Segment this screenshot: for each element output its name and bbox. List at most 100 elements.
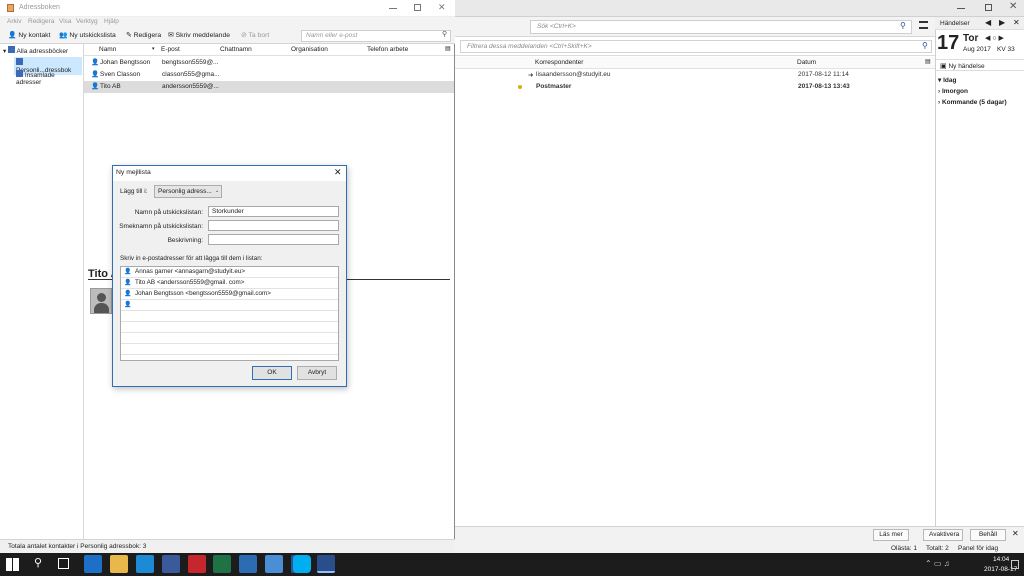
edge-icon[interactable]: [84, 555, 102, 573]
address-entry[interactable]: 👤 Tito AB <andersson5559@gmail. com>: [121, 278, 338, 289]
mail-icon[interactable]: [265, 555, 283, 573]
dialog-close-icon[interactable]: ✕: [334, 167, 342, 178]
address-entry-blank[interactable]: [121, 333, 338, 344]
calendar-date-block: 17 Tor Aug 2017 KV 33 ◀ ○ ▶: [937, 32, 1022, 57]
menu-file[interactable]: Arkiv: [7, 18, 21, 25]
learn-more-button[interactable]: Läs mer: [873, 529, 909, 541]
close-notification-icon[interactable]: ✕: [1012, 529, 1019, 538]
address-entry-empty[interactable]: 👤: [121, 300, 338, 311]
disable-button[interactable]: Avaktivera: [923, 529, 963, 541]
address-entry[interactable]: 👤 Johan Bengtsson <bengtsson5559@gmail.co…: [121, 289, 338, 300]
column-chat[interactable]: Chattnamn: [220, 46, 252, 53]
cancel-button[interactable]: Avbryt: [297, 366, 337, 380]
prev-icon[interactable]: ◀: [985, 18, 991, 27]
list-nick-label: Smeknamn på utskickslistan:: [119, 223, 203, 230]
ok-button[interactable]: OK: [252, 366, 292, 380]
tree-root[interactable]: ▾ Alla adressböcker: [3, 46, 83, 55]
search-icon[interactable]: ⚲: [34, 556, 42, 569]
contact-email: classon555@gma...: [162, 71, 220, 78]
agenda-group[interactable]: › Kommande (5 dagar): [938, 99, 1007, 106]
next-icon[interactable]: ▶: [999, 18, 1005, 27]
new-list-label: Ny utskickslista: [69, 32, 116, 39]
menu-tools[interactable]: Verktyg: [76, 18, 98, 25]
message-row[interactable]: Postmaster 2017-08-13 13:43: [455, 82, 935, 93]
contact-row[interactable]: 👤 Tito AB andersson5559@...: [84, 81, 454, 93]
today-panel-toggle[interactable]: Panel för idag: [958, 545, 998, 552]
contact-row[interactable]: 👤 Johan Bengtsson bengtsson5559@...: [84, 57, 454, 69]
book-icon: [16, 70, 23, 77]
window-title: Adressboken: [19, 4, 60, 11]
address-entry-blank[interactable]: [121, 311, 338, 322]
add-to-select[interactable]: Personlig adress... ⌄: [154, 185, 222, 198]
skype-icon[interactable]: [293, 555, 311, 573]
addressbook-statusbar: Totala antalet kontakter i Personlig adr…: [0, 539, 455, 553]
column-correspondent[interactable]: Korrespondenter: [535, 59, 583, 66]
column-name[interactable]: Namn: [99, 46, 116, 53]
new-contact-button[interactable]: 👤 Ny kontakt: [8, 31, 50, 39]
day-nav-icon[interactable]: ◀ ○ ▶: [985, 34, 1004, 42]
excel-icon[interactable]: [213, 555, 231, 573]
folder-icon[interactable]: [110, 555, 128, 573]
clock-time[interactable]: 14:04: [993, 556, 1009, 563]
minimize-icon[interactable]: [389, 8, 397, 9]
unread-count: Olästa: 1: [891, 545, 918, 552]
write-button[interactable]: ✉ Skriv meddelande: [168, 31, 230, 39]
column-picker-icon[interactable]: ▤: [925, 58, 931, 65]
contact-icon: 👤: [124, 280, 132, 286]
list-nick-input[interactable]: [208, 220, 339, 231]
global-search-input[interactable]: Sök <Ctrl+K>: [530, 20, 912, 34]
close-pane-icon[interactable]: ✕: [1013, 18, 1020, 27]
acrobat-icon[interactable]: [188, 555, 206, 573]
contact-search-input[interactable]: Namn eller e-post: [301, 30, 451, 42]
agenda-group[interactable]: ▾ Idag: [938, 76, 956, 84]
delete-icon: ⊘: [241, 32, 247, 39]
column-date[interactable]: Datum: [797, 59, 816, 66]
write-label: Skriv meddelande: [175, 32, 230, 39]
column-picker-icon[interactable]: ▤: [445, 45, 451, 52]
contact-icon: 👤: [8, 32, 17, 39]
new-event-button[interactable]: ▣ Ny händelse: [936, 59, 1024, 71]
edit-button[interactable]: ✎ Redigera: [126, 31, 161, 39]
keep-button[interactable]: Behåll: [970, 529, 1006, 541]
minimize-icon[interactable]: [957, 8, 965, 9]
delete-button[interactable]: ⊘ Ta bort: [241, 31, 269, 39]
ie-icon[interactable]: [136, 555, 154, 573]
message-date: 2017-08-12 11:14: [798, 71, 849, 78]
close-icon[interactable]: ✕: [438, 2, 446, 13]
list-icon: 👥: [59, 32, 68, 39]
quick-filter-input[interactable]: Filtrera dessa meddelanden <Ctrl+Skift+K…: [460, 40, 932, 53]
contact-name: Tito AB: [100, 83, 121, 90]
list-name-input[interactable]: Storkunder: [208, 206, 339, 217]
tree-item-collected[interactable]: Insamlade adresser: [14, 69, 82, 87]
close-icon[interactable]: ✕: [1009, 1, 1017, 12]
address-entry[interactable]: 👤 Annas garner <annasgarn@studyit.eu>: [121, 267, 338, 278]
store-icon[interactable]: [239, 555, 257, 573]
edit-icon: ✎: [126, 32, 132, 39]
week-number: KV 33: [997, 46, 1015, 53]
contact-row[interactable]: 👤 Sven Classon classon555@gma...: [84, 69, 454, 81]
column-email[interactable]: E-post: [161, 46, 180, 53]
dialog-title: Ny mejllista: [116, 169, 151, 176]
list-desc-input[interactable]: [208, 234, 339, 245]
start-icon[interactable]: [6, 558, 19, 571]
tray-icons[interactable]: ⌃ ▭ ♫: [925, 559, 950, 568]
search-icon[interactable]: ⚲: [900, 21, 906, 30]
maximize-icon[interactable]: [985, 4, 992, 11]
notification-icon[interactable]: [1011, 560, 1019, 569]
app-icon[interactable]: [162, 555, 180, 573]
menu-edit[interactable]: Redigera: [28, 18, 54, 25]
message-row[interactable]: ➜ lisaandersson@studyit.eu 2017-08-12 11…: [455, 70, 935, 81]
maximize-icon[interactable]: [414, 4, 421, 11]
column-phone[interactable]: Telefon arbete: [367, 46, 408, 53]
task-view-icon[interactable]: [58, 558, 69, 569]
column-org[interactable]: Organisation: [291, 46, 328, 53]
menu-icon[interactable]: [919, 21, 928, 29]
menu-help[interactable]: Hjälp: [104, 18, 119, 25]
address-entry-blank[interactable]: [121, 344, 338, 355]
chevron-down-icon: ⌄: [215, 188, 220, 194]
new-list-button[interactable]: 👥 Ny utskickslista: [59, 31, 116, 39]
address-entry-blank[interactable]: [121, 322, 338, 333]
thunderbird-icon[interactable]: [317, 555, 335, 573]
agenda-group[interactable]: › Imorgon: [938, 88, 968, 95]
menu-view[interactable]: Visa: [59, 18, 72, 25]
